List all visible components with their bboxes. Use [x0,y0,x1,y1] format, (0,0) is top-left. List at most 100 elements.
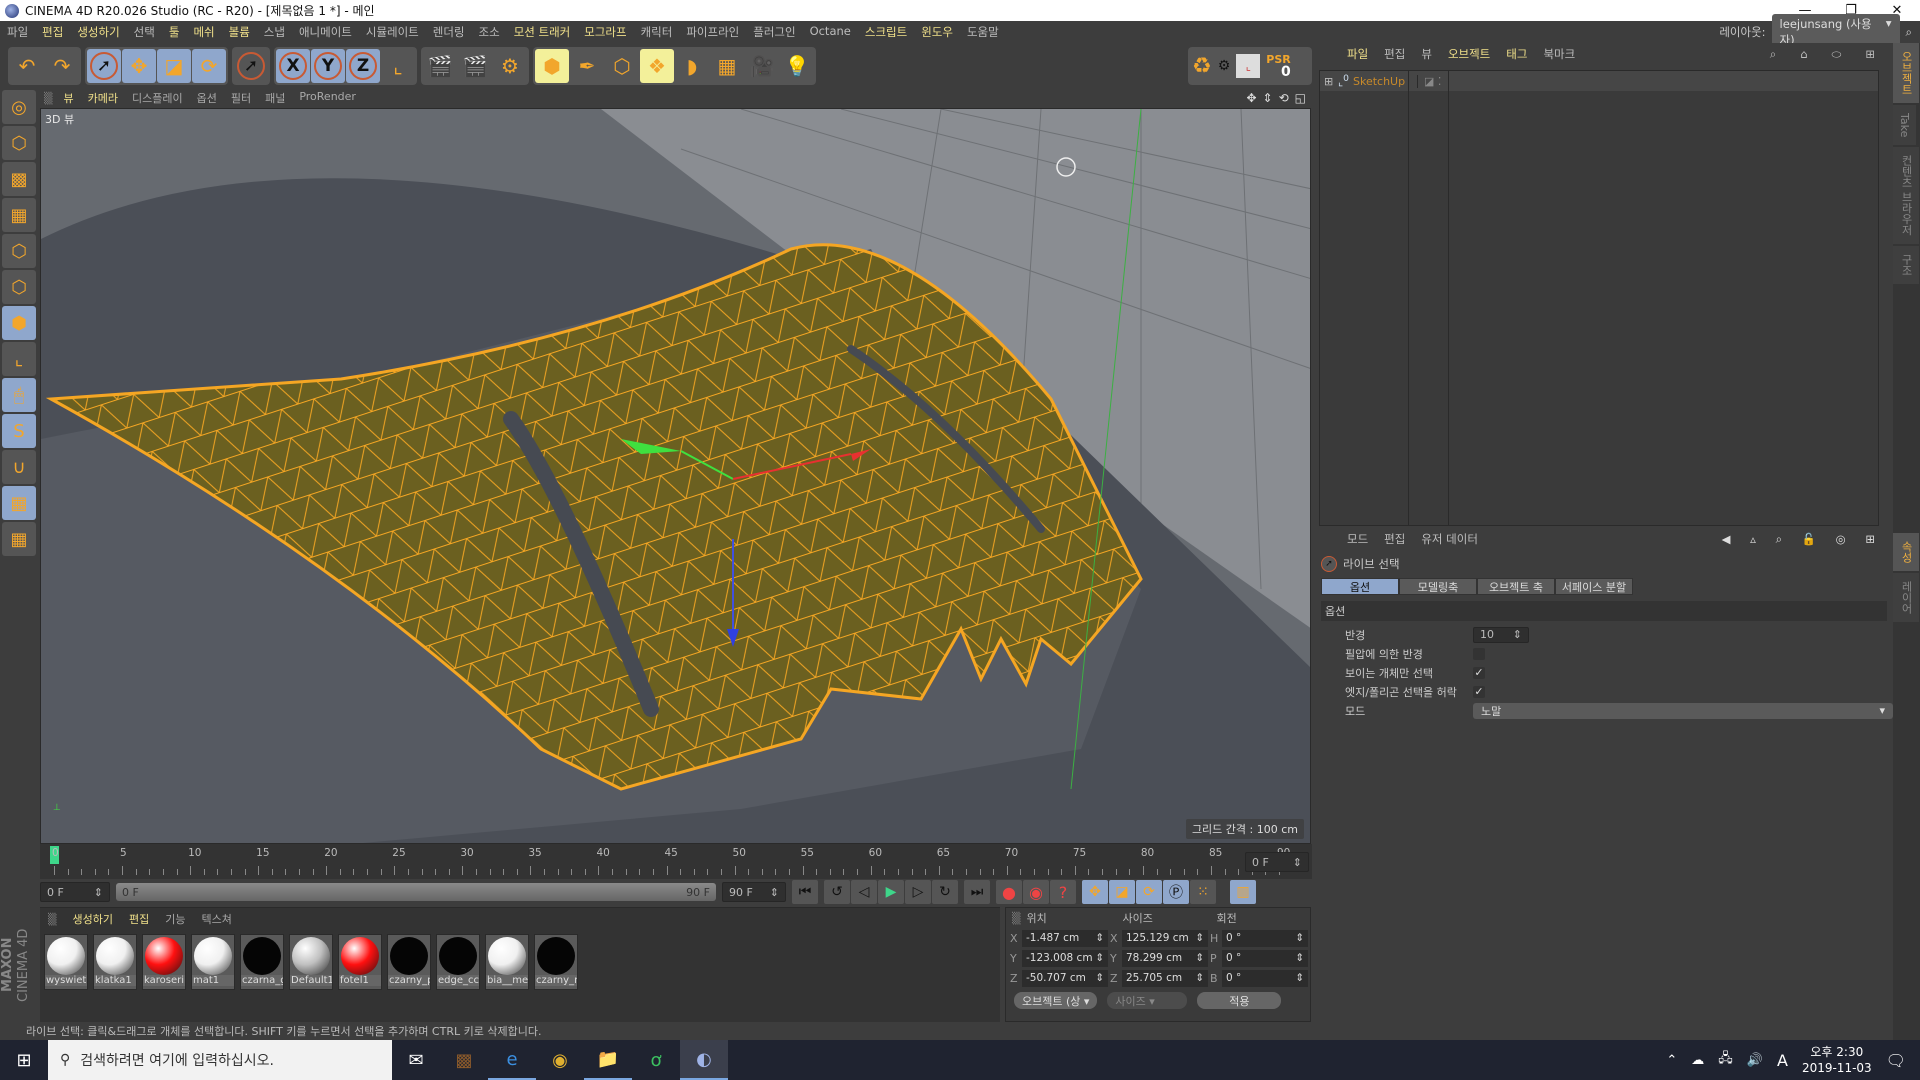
material-swatch[interactable]: wyswietl [44,934,88,990]
material-swatch[interactable]: mat1 [191,934,235,990]
side-tab[interactable]: 속성 [1893,533,1919,571]
render-picture-viewer-button[interactable]: 🎬 [458,49,492,83]
object-row[interactable]: ⊞ ⌞0 SketchUp ◪ ⁚ [1320,71,1878,91]
viewport-menu-item[interactable]: 패널 [258,90,292,106]
menu-item[interactable]: 생성하기 [70,24,126,40]
size-field[interactable]: 125.129 cm ⇕ [1122,929,1208,947]
x-axis-button[interactable]: X [276,48,310,83]
z-axis-button[interactable]: Z [346,48,380,83]
taskbar-app-file-explorer[interactable]: 📁 [584,1040,632,1080]
lock-icon[interactable]: 🔓 [1794,532,1824,546]
position-field[interactable]: -50.707 cm ⇕ [1022,969,1108,987]
menu-item[interactable]: Octane [803,24,858,40]
size-mode-dropdown[interactable]: 사이즈 ▾ [1107,992,1188,1009]
go-to-end-button[interactable]: ⏭ [964,880,990,904]
texture-mode-button[interactable]: ▩ [2,162,36,196]
material-menu-item[interactable]: 생성하기 [64,911,120,927]
move-button[interactable]: ✥ [122,48,156,83]
back-arrow-icon[interactable]: ◀ [1714,532,1739,546]
scale-button[interactable]: ◪ [157,48,191,83]
render-view-button[interactable]: 🎬 [423,49,457,83]
taskbar-app-chrome[interactable]: ◉ [536,1040,584,1080]
workplane-lock-button[interactable]: ▦ [2,486,36,520]
taskbar-search[interactable]: ⚲ 검색하려면 여기에 입력하십시오. [48,1040,392,1080]
object-menu-item[interactable]: 뷰 [1413,46,1440,62]
taskbar-app-cinema4d[interactable]: ◐ [680,1040,728,1080]
next-key-button[interactable]: ↻ [932,880,958,904]
record-keys-button[interactable]: ● [996,880,1022,904]
viewport-menu-item[interactable]: 카메라 [81,90,125,106]
cloner-button[interactable]: ❖ [640,48,674,83]
menu-item[interactable]: 윈도우 [914,24,960,40]
chevron-up-icon[interactable]: ⌃ [1666,1053,1677,1068]
material-menu-item[interactable]: 기능 [157,911,193,927]
timeline-window-button[interactable]: ▥ [1230,880,1256,904]
network-icon[interactable]: 🖧 [1718,1049,1733,1071]
notification-icon[interactable]: 🗨 [1886,1051,1906,1070]
material-swatch[interactable]: bia__me [485,934,529,990]
object-menu-item[interactable]: 파일 [1339,46,1376,62]
clock[interactable]: 오후 2:30 2019-11-03 [1802,1044,1872,1076]
attribute-tab[interactable]: 오브젝트 축 [1477,578,1555,595]
attr-menu-mode[interactable]: 모드 [1339,531,1376,547]
auto-keying-button[interactable]: ◉ [1023,880,1049,904]
camera-button[interactable]: 🎥 [745,49,779,83]
attr-menu-edit[interactable]: 편집 [1376,531,1413,547]
up-arrow-icon[interactable]: ▵ [1742,532,1764,546]
recent-tool-button[interactable]: ➚ [234,49,268,83]
workplane-align-button[interactable]: ▦ [2,522,36,556]
rotation-field[interactable]: 0 ° ⇕ [1222,969,1308,987]
menu-item[interactable]: 조소 [472,24,507,40]
current-frame-field[interactable]: 0 F ⇕ [1245,852,1309,872]
gear-icon[interactable]: ⚙ [1218,58,1231,74]
start-frame-field[interactable]: 0 F ⇕ [40,882,110,902]
menu-item[interactable]: 애니메이트 [292,24,359,40]
material-swatch[interactable]: edge_cc [436,934,480,990]
taskbar-app-app-green[interactable]: ơ [632,1040,680,1080]
side-tab[interactable]: 오브젝트 [1893,43,1919,103]
workplane-mode-button[interactable]: ▦ [2,198,36,232]
side-tab[interactable]: Take [1893,105,1916,146]
deformer-button[interactable]: ◗ [675,49,709,83]
key-point-level-button[interactable]: ⁙ [1190,880,1216,904]
onedrive-icon[interactable]: ☁ [1691,1053,1704,1068]
snap-button[interactable]: ∪ [2,450,36,484]
end-frame-field[interactable]: 90 F ⇕ [722,882,786,902]
floor-button[interactable]: ▦ [710,49,744,83]
position-field[interactable]: -1.487 cm ⇕ [1022,929,1108,947]
ime-indicator[interactable]: A [1777,1051,1788,1070]
model-mode-button[interactable]: ⬡ [2,126,36,160]
pen-button[interactable]: ✒ [570,49,604,83]
live-select-button[interactable]: ➚ [87,48,121,83]
material-swatch[interactable]: czarny_n [534,934,578,990]
object-menu-item[interactable]: 북마크 [1535,46,1583,62]
pan-icon[interactable]: ✥ [1246,91,1256,105]
viewport-menu-item[interactable]: 뷰 [56,90,80,106]
coordinate-system-button[interactable]: ⌞ [381,49,415,83]
dolly-icon[interactable]: ⇕ [1263,91,1273,105]
radius-input[interactable]: 10 ⇕ [1473,626,1529,643]
object-menu-item[interactable]: 오브젝트 [1440,46,1498,62]
tweak-mode-button[interactable]: 🖱 [2,378,36,412]
menu-item[interactable]: 메쉬 [186,24,221,40]
pressure-radius-checkbox[interactable] [1473,647,1485,660]
menu-item[interactable]: 시뮬레이트 [359,24,426,40]
next-frame-button[interactable]: ▷ [905,880,931,904]
rotation-field[interactable]: 0 ° ⇕ [1222,949,1308,967]
grip-icon[interactable]: ▒ [40,913,64,926]
object-menu-item[interactable]: 태그 [1498,46,1535,62]
polygons-mode-button[interactable]: ⬢ [2,306,36,340]
render-settings-button[interactable]: ⚙ [493,49,527,83]
menu-item[interactable]: 볼륨 [222,24,257,40]
material-swatch[interactable]: Default1 [289,934,333,990]
grip-icon[interactable]: ▒ [1006,912,1026,925]
apply-button[interactable]: 적용 [1197,992,1282,1009]
axis-mode-button[interactable]: ⌞ [2,342,36,376]
workplane-icon[interactable]: ⌞ [1236,54,1261,78]
previous-frame-button[interactable]: ◁ [851,880,877,904]
material-swatch[interactable]: klatka1 [93,934,137,990]
new-panel-icon[interactable]: ⊞ [1857,532,1883,546]
attribute-tab[interactable]: 서페이스 분할 [1555,578,1633,595]
menu-item[interactable]: 파이프라인 [679,24,746,40]
allow-edge-poly-checkbox[interactable]: ✓ [1473,685,1485,698]
